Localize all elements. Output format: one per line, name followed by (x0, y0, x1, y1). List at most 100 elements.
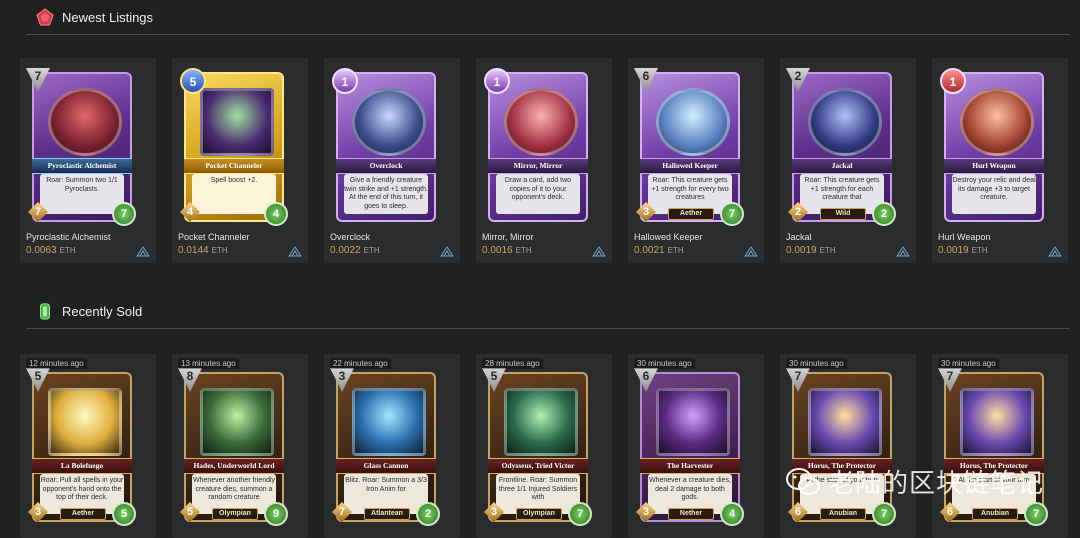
listing-price: 0.0016 ETH (482, 245, 532, 256)
immutable-wing-icon (592, 246, 606, 257)
sold-tile[interactable]: 30 minutes ago 7 Horus, The Protector At th… (780, 354, 916, 538)
card-title-banner: Hurl Weapon (944, 158, 1044, 174)
health-stat: 7 (1024, 502, 1048, 526)
listing-price: 0.0019 ETH (786, 245, 836, 256)
price-value: 0.0021 (634, 245, 665, 256)
card-art (960, 388, 1034, 456)
tribe-label: Aether (60, 508, 106, 520)
card-image[interactable]: 2 Jackal Roar: This creature gets +1 stren… (786, 68, 896, 226)
listing-tile[interactable]: 7 Pyroclastic Alchemist Roar: Summon two 1… (20, 58, 156, 263)
cost-gem: 3 (330, 368, 354, 392)
card-image[interactable]: 6 Hallowed Keeper Roar: This creature gets… (634, 68, 744, 226)
card-title-banner: Odysseus, Tried Victor (488, 458, 588, 474)
sold-tile[interactable]: 13 minutes ago 8 Hades, Underworld Lord Whe… (172, 354, 308, 538)
sold-tile[interactable]: 22 minutes ago 3 Glass Cannon Blitz. Roar: … (324, 354, 460, 538)
card-title-banner: Hallowed Keeper (640, 158, 740, 174)
sold-time: 22 minutes ago (330, 358, 391, 369)
card-image[interactable]: 7 Pyroclastic Alchemist Roar: Summon two 1… (26, 68, 136, 226)
card-title-banner: La Bolefuego (32, 458, 132, 474)
card-title-banner: Jackal (792, 158, 892, 174)
card-image[interactable]: 8 Hades, Underworld Lord Whenever another … (178, 368, 288, 526)
listing-tile[interactable]: 1 Mirror, Mirror Draw a card, add two copi… (476, 58, 612, 263)
listing-price: 0.0022 ETH (330, 245, 380, 256)
sold-time: 30 minutes ago (786, 358, 847, 369)
cost-gem: 1 (484, 68, 510, 94)
tribe-label: Nether (668, 508, 714, 520)
card-image[interactable]: 1 Hurl Weapon Destroy your relic and deal … (940, 68, 1044, 222)
immutable-wing-icon (136, 246, 150, 257)
card-image[interactable]: 3 Glass Cannon Blitz. Roar: Summon a 3/3 I… (330, 368, 440, 526)
cost-gem: 7 (786, 368, 810, 392)
listing-tile[interactable]: 5 Pocket Channeler Spell boost +2. 4 4 Pocket… (172, 58, 308, 263)
immutable-wing-icon (440, 246, 454, 257)
cost-gem: 5 (482, 368, 506, 392)
card-image[interactable]: 5 Odysseus, Tried Victor Frontline. Roar: … (482, 368, 592, 526)
price-value: 0.0063 (26, 245, 57, 256)
card-art (200, 388, 274, 456)
health-stat: 7 (872, 502, 896, 526)
listing-price: 0.0063 ETH (26, 245, 76, 256)
card-art (656, 88, 730, 156)
card-art (504, 388, 578, 456)
listing-tile[interactable]: 2 Jackal Roar: This creature gets +1 stren… (780, 58, 916, 263)
listing-name[interactable]: Overclock (330, 232, 370, 242)
health-stat: 7 (568, 502, 592, 526)
sold-tile[interactable]: 30 minutes ago 6 The Harvester Whenever a c… (628, 354, 764, 538)
listing-price: 0.0019 ETH (938, 245, 988, 256)
card-title-banner: Pocket Channeler (184, 158, 284, 174)
health-stat: 7 (112, 202, 136, 226)
card-rules-text: Draw a card, add two copies of it to you… (496, 174, 580, 214)
price-unit: ETH (59, 246, 76, 255)
health-stat: 4 (720, 502, 744, 526)
listing-tile[interactable]: 6 Hallowed Keeper Roar: This creature gets… (628, 58, 764, 263)
cost-gem: 5 (26, 368, 50, 392)
recently-sold-header: Recently Sold (26, 294, 1070, 329)
listing-name[interactable]: Hallowed Keeper (634, 232, 703, 242)
listing-tile[interactable]: 1 Overclock Give a friendly creature twin … (324, 58, 460, 263)
listings-row: 7 Pyroclastic Alchemist Roar: Summon two 1… (20, 58, 1068, 263)
cost-gem: 7 (26, 68, 50, 92)
listing-name[interactable]: Pocket Channeler (178, 232, 250, 242)
price-unit: ETH (819, 246, 836, 255)
price-unit: ETH (667, 246, 684, 255)
listing-price: 0.0021 ETH (634, 245, 684, 256)
sold-time: 30 minutes ago (634, 358, 695, 369)
sold-time: 13 minutes ago (178, 358, 239, 369)
sold-time: 30 minutes ago (938, 358, 999, 369)
battery-gem-icon (40, 303, 50, 320)
listing-name[interactable]: Hurl Weapon (938, 232, 990, 242)
listing-name[interactable]: Jackal (786, 232, 812, 242)
sold-tile[interactable]: 28 minutes ago 5 Odysseus, Tried Victor Fro… (476, 354, 612, 538)
listing-tile[interactable]: 1 Hurl Weapon Destroy your relic and deal … (932, 58, 1068, 263)
sold-time: 12 minutes ago (26, 358, 87, 369)
card-image[interactable]: 6 The Harvester Whenever a creature dies, … (634, 368, 744, 526)
sold-time: 28 minutes ago (482, 358, 543, 369)
cost-gem: 6 (634, 68, 658, 92)
price-unit: ETH (363, 246, 380, 255)
health-stat: 9 (264, 502, 288, 526)
card-image[interactable]: 1 Mirror, Mirror Draw a card, add two copi… (484, 68, 588, 222)
cost-gem: 8 (178, 368, 202, 392)
card-rules-text: Spell boost +2. (192, 174, 276, 214)
card-image[interactable]: 1 Overclock Give a friendly creature twin … (332, 68, 436, 222)
tribe-label: Aether (668, 208, 714, 220)
listing-name[interactable]: Pyroclastic Alchemist (26, 232, 111, 242)
card-image[interactable]: 5 Pocket Channeler Spell boost +2. 4 4 (180, 68, 288, 226)
listing-price: 0.0144 ETH (178, 245, 228, 256)
listing-name[interactable]: Mirror, Mirror (482, 232, 534, 242)
sold-row: 12 minutes ago 5 La Bolefuego Roar: Pull al… (20, 354, 1068, 538)
price-value: 0.0019 (786, 245, 817, 256)
watermark: 老陆的区块链笔记 (785, 463, 1044, 500)
card-rules-text: Destroy your relic and deal its damage +… (952, 174, 1036, 214)
health-stat: 4 (264, 202, 288, 226)
sold-tile[interactable]: 30 minutes ago 7 Horus, The Protector At th… (932, 354, 1068, 538)
price-value: 0.0022 (330, 245, 361, 256)
card-art (352, 388, 426, 456)
price-value: 0.0144 (178, 245, 209, 256)
sold-tile[interactable]: 12 minutes ago 5 La Bolefuego Roar: Pull al… (20, 354, 156, 538)
section-title: Recently Sold (62, 303, 143, 319)
card-image[interactable]: 5 La Bolefuego Roar: Pull all spells in yo… (26, 368, 136, 526)
card-title-banner: Hades, Underworld Lord (184, 458, 284, 474)
watermark-text: 老陆的区块链笔记 (827, 469, 1044, 499)
card-title-banner: Overclock (336, 158, 436, 174)
